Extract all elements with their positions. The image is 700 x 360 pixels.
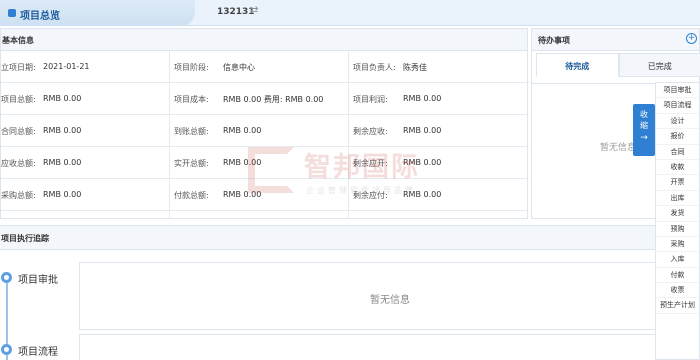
collapse-button[interactable]: 收缩 → [633,104,655,156]
add-icon[interactable]: + [686,33,697,44]
menu-item[interactable]: 预生产计划 [656,298,699,314]
menu-item[interactable]: 项目审批 [656,83,699,99]
info-label: 采购总额: [1,191,36,200]
info-label: 合同总额: [1,127,36,136]
timeline-node [1,272,12,283]
info-label: 立项日期: [1,63,36,72]
info-row: 应收总额: RMB 0.00 实开总额: RMB 0.00 剩余应开: RMB 0.00 [1,147,529,179]
arrow-right-icon: → [640,133,648,143]
tracking-box: 暂无信息 [79,262,669,330]
tab-project-overview[interactable]: 项目总览 [0,0,195,26]
timeline-node [1,344,12,355]
info-value: RMB 0.00 [43,158,82,167]
info-label: 项目利润: [353,95,388,104]
info-value: RMB 0.00 [43,190,82,199]
menu-item[interactable]: 报价 [656,129,699,145]
tracking-box [79,334,669,360]
info-value: RMB 0.00 [403,94,442,103]
tab-icon [8,9,16,17]
quick-menu: 项目审批 项目流程 设计 报价 合同 收款 开票 出库 发货 预购 采购 入库 付款 收票 预生产计划 [655,82,700,360]
info-label: 实开总额: [174,159,209,168]
timeline-label: 项目流程 [18,347,58,358]
menu-item[interactable]: 采购 [656,237,699,253]
menu-item[interactable]: 收票 [656,283,699,299]
info-value: RMB 0.00 [223,126,262,135]
collapse-label: 收缩 [640,110,648,130]
info-label: 项目成本: [174,95,209,104]
info-label: 剩余应开: [353,159,388,168]
menu-item[interactable]: 收款 [656,160,699,176]
tab-title: 项目总览 [20,11,60,22]
top-bar: 项目总览 132131 ⇄ [0,0,700,26]
project-number: 132131 [217,7,255,17]
tracking-title: 项目执行追踪 [0,226,700,250]
info-value: RMB 0.00 [43,126,82,135]
info-label: 项目负责人: [353,63,396,72]
info-label: 付款总额: [174,191,209,200]
info-value: RMB 0.00 [403,190,442,199]
menu-item[interactable]: 预购 [656,222,699,237]
tab-pending[interactable]: 待完成 [536,53,619,77]
info-label: 项目总额: [1,95,36,104]
info-label: 项目阶段: [174,63,209,72]
menu-item[interactable]: 入库 [656,252,699,268]
info-row: 项目总额: RMB 0.00 项目成本: RMB 0.00 费用: RMB 0.00 项… [1,83,529,115]
info-value: RMB 0.00 [403,126,442,135]
todo-title: 待办事项 [532,29,699,51]
tracking-panel: 项目执行追踪 项目审批 项目流程 暂无信息 [0,225,700,360]
info-value: 陈秀佳 [403,63,427,72]
swap-icon[interactable]: ⇄ [250,5,258,16]
info-row: 合同总额: RMB 0.00 到账总额: RMB 0.00 剩余应收: RMB 0.00 [1,115,529,147]
info-value: RMB 0.00 [43,94,82,103]
menu-item[interactable]: 项目流程 [656,98,699,114]
info-label: 剩余应付: [353,191,388,200]
menu-item[interactable]: 设计 [656,114,699,130]
info-value: RMB 0.00 [223,158,262,167]
menu-item[interactable]: 开票 [656,175,699,191]
basic-info-panel: 基本信息 立项日期: 2021-01-21 项目阶段: 信息中心 项目负责人: 陈秀佳项目… [0,28,529,219]
menu-item[interactable]: 出库 [656,191,699,207]
info-value: RMB 0.00 [403,158,442,167]
info-label: 应收总额: [1,159,36,168]
menu-item[interactable]: 合同 [656,145,699,160]
info-row: 采购总额: RMB 0.00 付款总额: RMB 0.00 剩余应付: RMB 0.00 [1,179,529,211]
menu-item[interactable]: 付款 [656,268,699,284]
info-value: 2021-01-21 [43,62,90,71]
menu-item[interactable]: 发货 [656,206,699,222]
info-value: RMB 0.00 费用: RMB 0.00 [223,95,324,104]
tracking-empty-text: 暂无信息 [370,295,410,306]
timeline-label: 项目审批 [18,275,58,286]
info-label: 到账总额: [174,127,209,136]
todo-empty-text: 暂无信息 [600,143,637,153]
info-row: 立项日期: 2021-01-21 项目阶段: 信息中心 项目负责人: 陈秀佳 [1,51,529,83]
basic-info-title: 基本信息 [1,29,527,51]
tab-completed[interactable]: 已完成 [618,53,700,77]
info-value: RMB 0.00 [223,190,262,199]
info-value: 信息中心 [223,63,255,72]
info-label: 剩余应收: [353,127,388,136]
